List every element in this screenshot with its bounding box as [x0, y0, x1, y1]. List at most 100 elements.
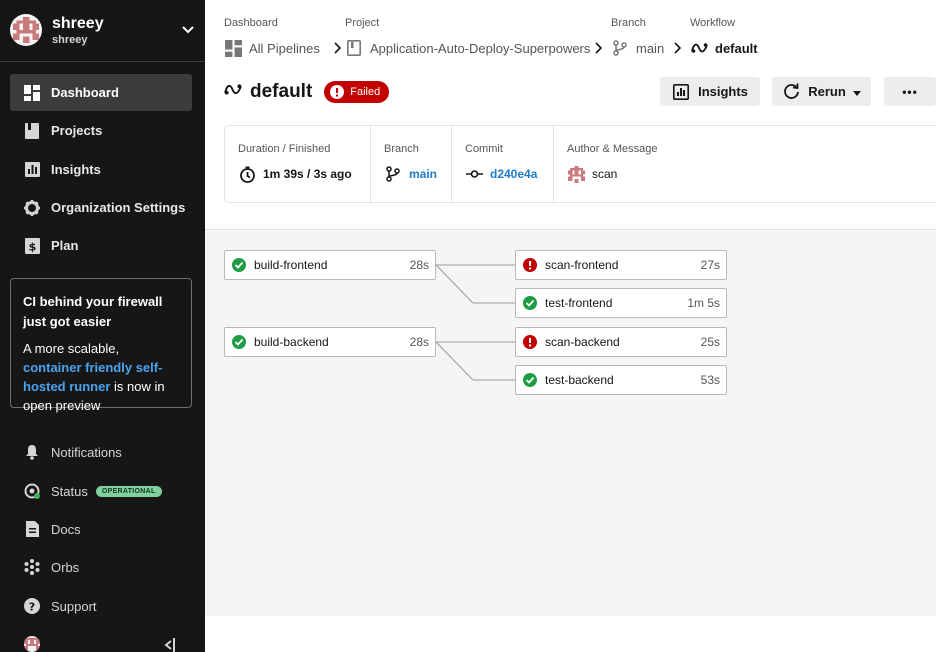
chevron-down-icon[interactable] — [180, 22, 196, 38]
breadcrumb-project-value: Application-Auto-Deploy-Superpowers — [370, 40, 591, 56]
org-subtitle: shreey — [52, 33, 88, 46]
job-duration: 53s — [700, 373, 720, 387]
dashboard-icon — [23, 84, 41, 102]
job-test-frontend[interactable]: test-frontend 1m 5s — [515, 288, 727, 318]
meta-branch-link[interactable]: main — [384, 165, 437, 183]
job-test-backend[interactable]: test-backend 53s — [515, 365, 727, 395]
promo-title: CI behind your firewall just got easier — [23, 294, 163, 329]
status-badge-label: Failed — [350, 86, 381, 98]
dollar-icon: $ — [23, 237, 41, 255]
breadcrumb-project-label: Project — [345, 17, 380, 29]
promo-body-prefix: A more scalable, — [23, 341, 120, 356]
meta-duration-value-row: 1m 39s / 3s ago — [238, 165, 352, 183]
bell-icon — [23, 443, 41, 461]
chevron-right-icon — [334, 42, 342, 54]
doc-icon — [23, 520, 41, 538]
page-title: default — [250, 81, 313, 102]
sidebar-item-label: Notifications — [51, 444, 122, 460]
success-icon — [523, 296, 537, 310]
sidebar-item-organization-settings[interactable]: Organization Settings — [10, 189, 192, 226]
job-duration: 25s — [700, 335, 720, 349]
branch-icon — [611, 39, 629, 57]
sidebar-item-label: Status — [51, 483, 88, 499]
job-build-frontend[interactable]: build-frontend 28s — [224, 250, 436, 280]
job-name: test-backend — [545, 373, 614, 387]
collapse-sidebar-icon[interactable] — [163, 636, 177, 652]
sidebar-item-insights[interactable]: Insights — [10, 151, 192, 188]
more-button[interactable]: ••• — [884, 77, 936, 106]
meta-author-value: scan — [592, 167, 618, 181]
meta-author-value-row: scan — [567, 165, 617, 183]
org-name: shreey — [52, 14, 104, 32]
sidebar-item-notifications[interactable]: Notifications — [10, 436, 192, 468]
gear-icon — [23, 199, 41, 217]
sidebar-item-docs[interactable]: Docs — [10, 513, 192, 545]
rerun-button[interactable]: Rerun — [772, 77, 871, 106]
job-scan-frontend[interactable]: scan-frontend 27s — [515, 250, 727, 280]
insights-button[interactable]: Insights — [660, 77, 760, 106]
chart-icon — [23, 161, 41, 179]
sidebar-item-plan[interactable]: $ Plan — [10, 227, 192, 264]
meta-author-label: Author & Message — [567, 143, 658, 155]
meta-branch-label: Branch — [384, 143, 419, 155]
status-badge: Failed — [324, 81, 390, 103]
rerun-button-label: Rerun — [808, 84, 846, 99]
alert-icon — [330, 85, 345, 99]
job-name: build-frontend — [254, 258, 328, 272]
success-icon — [523, 373, 537, 387]
sidebar-item-label: Organization Settings — [51, 200, 186, 215]
meta-commit-label: Commit — [465, 143, 503, 155]
dashboard-icon — [224, 39, 242, 57]
workflow-meta-card: Duration / Finished 1m 39s / 3s ago Bran… — [224, 125, 936, 204]
chevron-right-icon — [595, 42, 603, 54]
commit-icon — [465, 165, 483, 183]
sidebar-item-dashboard[interactable]: Dashboard — [10, 74, 192, 111]
orbs-icon — [23, 558, 41, 576]
breadcrumb-branch-label: Branch — [611, 17, 646, 29]
breadcrumb-project[interactable]: Application-Auto-Deploy-Superpowers — [345, 38, 590, 58]
insights-button-label: Insights — [698, 84, 748, 99]
breadcrumb-dashboard-label: Dashboard — [224, 17, 278, 29]
sidebar: shreey shreey Dashboard Projects Insight… — [0, 0, 205, 652]
meta-duration: Duration / Finished 1m 39s / 3s ago — [225, 126, 370, 204]
sidebar-item-label: Orbs — [51, 559, 80, 575]
branch-icon — [384, 165, 402, 183]
job-scan-backend[interactable]: scan-backend 25s — [515, 327, 727, 357]
svg-text:?: ? — [29, 601, 35, 614]
meta-author: Author & Message scan — [553, 126, 723, 204]
more-icon: ••• — [902, 84, 918, 99]
sidebar-divider — [0, 61, 205, 62]
job-duration: 28s — [409, 335, 429, 349]
workflow-icon — [690, 39, 708, 57]
sidebar-item-label: Projects — [51, 123, 103, 138]
user-avatar[interactable] — [24, 636, 40, 652]
sidebar-item-status[interactable]: Status OPERATIONAL — [10, 475, 192, 507]
sidebar-item-support[interactable]: ? Support — [10, 590, 192, 622]
breadcrumb-workflow-label: Workflow — [690, 17, 736, 29]
svg-text:$: $ — [28, 240, 36, 253]
breadcrumb-dashboard[interactable]: All Pipelines — [224, 38, 320, 58]
job-build-backend[interactable]: build-backend 28s — [224, 327, 436, 357]
breadcrumb-branch[interactable]: main — [611, 38, 664, 58]
job-duration: 27s — [700, 258, 720, 272]
refresh-icon — [782, 83, 800, 101]
avatar — [10, 14, 42, 46]
sidebar-item-label: Plan — [51, 238, 79, 253]
meta-branch-value: main — [409, 167, 438, 181]
chevron-right-icon — [674, 42, 682, 54]
sidebar-item-orbs[interactable]: Orbs — [10, 551, 192, 583]
sidebar-item-label: Docs — [51, 521, 81, 537]
failed-icon — [523, 258, 537, 272]
job-duration: 1m 5s — [687, 296, 720, 310]
sidebar-item-projects[interactable]: Projects — [10, 112, 192, 149]
job-name: scan-frontend — [545, 258, 619, 272]
sidebar-item-label: Dashboard — [51, 85, 119, 100]
meta-commit: Commit d240e4a — [451, 126, 553, 204]
success-icon — [232, 335, 246, 349]
meta-commit-link[interactable]: d240e4a — [465, 165, 537, 183]
caret-down-icon — [852, 84, 861, 99]
org-switcher[interactable]: shreey shreey — [10, 10, 196, 50]
chart-icon — [672, 83, 690, 101]
breadcrumb-workflow[interactable]: default — [690, 38, 758, 58]
help-icon: ? — [23, 597, 41, 615]
